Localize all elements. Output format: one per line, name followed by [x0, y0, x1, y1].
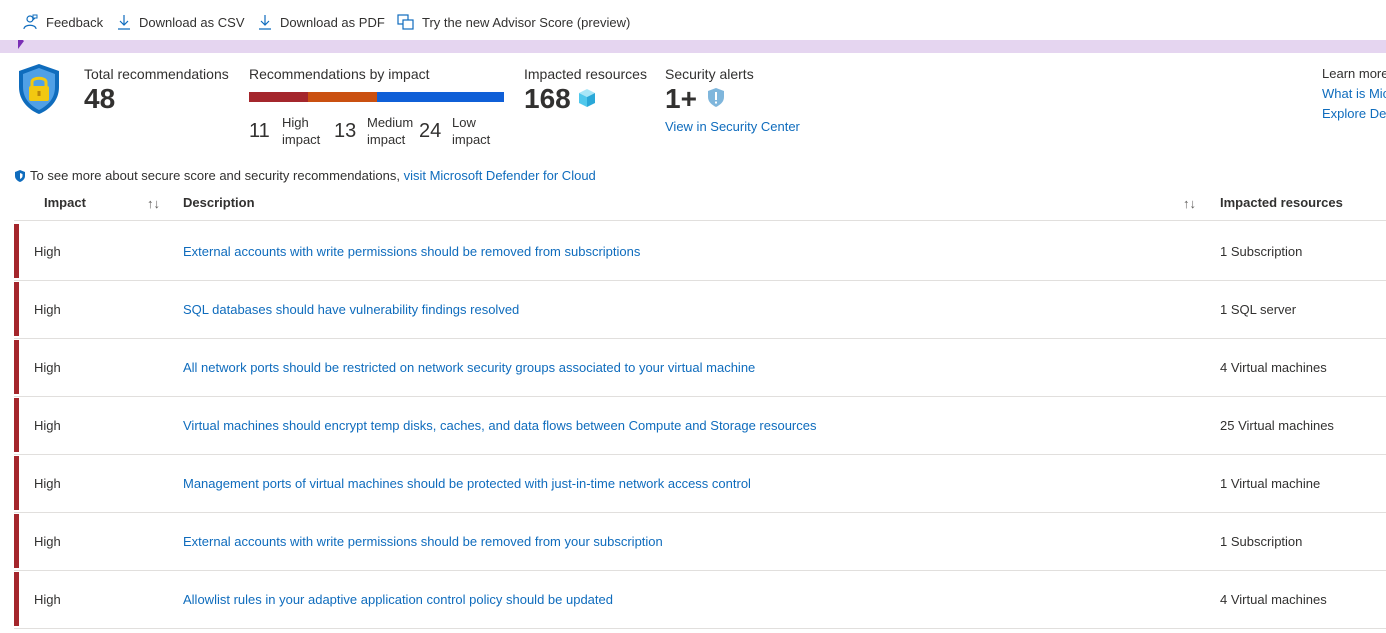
row-impact: High	[34, 592, 61, 607]
security-alerts-value: 1+	[665, 83, 697, 114]
row-description-link[interactable]: Management ports of virtual machines sho…	[183, 476, 751, 491]
table-row[interactable]: High External accounts with write permiss…	[14, 222, 1386, 281]
row-description-link[interactable]: All network ports should be restricted o…	[183, 360, 755, 375]
high-impact-count: 11	[249, 120, 270, 142]
row-description-link[interactable]: Virtual machines should encrypt temp dis…	[183, 418, 817, 433]
row-impacted-resources: 25 Virtual machines	[1220, 418, 1334, 433]
row-description-link[interactable]: External accounts with write permissions…	[183, 534, 663, 549]
learn-more-label: Learn more	[1322, 66, 1386, 81]
download-csv-button[interactable]: Download as CSV	[117, 11, 245, 33]
learn-more-link-2[interactable]: Explore Def	[1322, 106, 1386, 121]
feedback-label: Feedback	[46, 14, 104, 30]
row-impacted-resources: 1 Subscription	[1220, 244, 1303, 259]
feedback-icon	[23, 14, 38, 30]
row-impacted-resources: 4 Virtual machines	[1220, 592, 1327, 607]
severity-indicator	[14, 224, 19, 278]
severity-indicator	[14, 340, 19, 394]
download-csv-label: Download as CSV	[139, 14, 245, 30]
row-impact: High	[34, 418, 61, 433]
row-impact: High	[34, 244, 61, 259]
feedback-button[interactable]: Feedback	[22, 11, 103, 33]
impacted-resources-label: Impacted resources	[524, 66, 647, 82]
table-row[interactable]: High External accounts with write permiss…	[14, 512, 1386, 571]
alert-shield-icon	[708, 88, 724, 107]
medium-impact-bar-segment	[308, 92, 377, 102]
total-recommendations-value: 48	[84, 83, 116, 114]
row-impact: High	[34, 302, 61, 317]
low-impact-count: 24	[419, 120, 442, 142]
low-impact-bar-segment	[377, 92, 504, 102]
defender-note: To see more about secure score and secur…	[14, 168, 596, 183]
medium-impact-count: 13	[334, 120, 357, 142]
learn-more-link-1[interactable]: What is Mic	[1322, 86, 1386, 101]
download-pdf-button[interactable]: Download as PDF	[258, 11, 385, 33]
download-icon	[118, 15, 130, 30]
command-bar: Feedback Download as CSV Download as PDF…	[0, 0, 1386, 40]
security-shield-icon	[19, 64, 59, 114]
column-header-impacted-resources[interactable]: Impacted resources	[1220, 195, 1343, 210]
column-header-impact[interactable]: Impact	[44, 195, 86, 210]
preview-window-icon	[397, 14, 414, 30]
download-icon	[259, 15, 271, 30]
severity-indicator	[14, 456, 19, 510]
row-description-link[interactable]: Allowlist rules in your adaptive applica…	[183, 592, 613, 607]
view-security-center-link[interactable]: View in Security Center	[665, 119, 800, 134]
row-impacted-resources: 1 SQL server	[1220, 302, 1297, 317]
advisor-score-button[interactable]: Try the new Advisor Score (preview)	[397, 11, 630, 33]
defender-shield-icon	[15, 169, 25, 182]
row-impact: High	[34, 476, 61, 491]
row-description-link[interactable]: SQL databases should have vulnerability …	[183, 302, 519, 317]
security-alerts-label: Security alerts	[665, 66, 754, 82]
table-row[interactable]: High Virtual machines should encrypt temp…	[14, 396, 1386, 455]
sort-description-icon[interactable]: ↑↓	[1183, 196, 1196, 211]
impacted-resources-value: 168	[524, 83, 571, 114]
defender-note-text: To see more about secure score and secur…	[30, 168, 400, 183]
download-pdf-label: Download as PDF	[280, 14, 385, 30]
table-row[interactable]: High SQL databases should have vulnerabil…	[14, 280, 1386, 339]
low-impact-label: Low impact	[452, 115, 491, 147]
severity-indicator	[14, 572, 19, 626]
row-description-link[interactable]: External accounts with write permissions…	[183, 244, 640, 259]
severity-indicator	[14, 398, 19, 452]
row-impacted-resources: 4 Virtual machines	[1220, 360, 1327, 375]
high-impact-bar-segment	[249, 92, 308, 102]
total-recommendations-label: Total recommendations	[84, 66, 229, 82]
severity-indicator	[14, 514, 19, 568]
banner-flag-icon	[18, 40, 24, 49]
medium-impact-label: Medium impact	[367, 115, 414, 147]
by-impact-label: Recommendations by impact	[249, 66, 430, 82]
table-row[interactable]: High All network ports should be restrict…	[14, 338, 1386, 397]
row-impact: High	[34, 360, 61, 375]
header-divider	[14, 220, 1386, 221]
row-impact: High	[34, 534, 61, 549]
high-impact-label: High impact	[282, 115, 321, 147]
sort-impact-icon[interactable]: ↑↓	[147, 196, 160, 211]
table-row[interactable]: High Management ports of virtual machines…	[14, 454, 1386, 513]
advisor-score-label: Try the new Advisor Score (preview)	[422, 14, 631, 30]
info-banner	[0, 40, 1386, 53]
severity-indicator	[14, 282, 19, 336]
row-impacted-resources: 1 Virtual machine	[1220, 476, 1321, 491]
defender-link[interactable]: visit Microsoft Defender for Cloud	[404, 168, 596, 183]
row-impacted-resources: 1 Subscription	[1220, 534, 1303, 549]
resource-cube-icon	[579, 89, 595, 107]
table-row[interactable]: High Allowlist rules in your adaptive app…	[14, 570, 1386, 629]
column-header-description[interactable]: Description	[183, 195, 255, 210]
